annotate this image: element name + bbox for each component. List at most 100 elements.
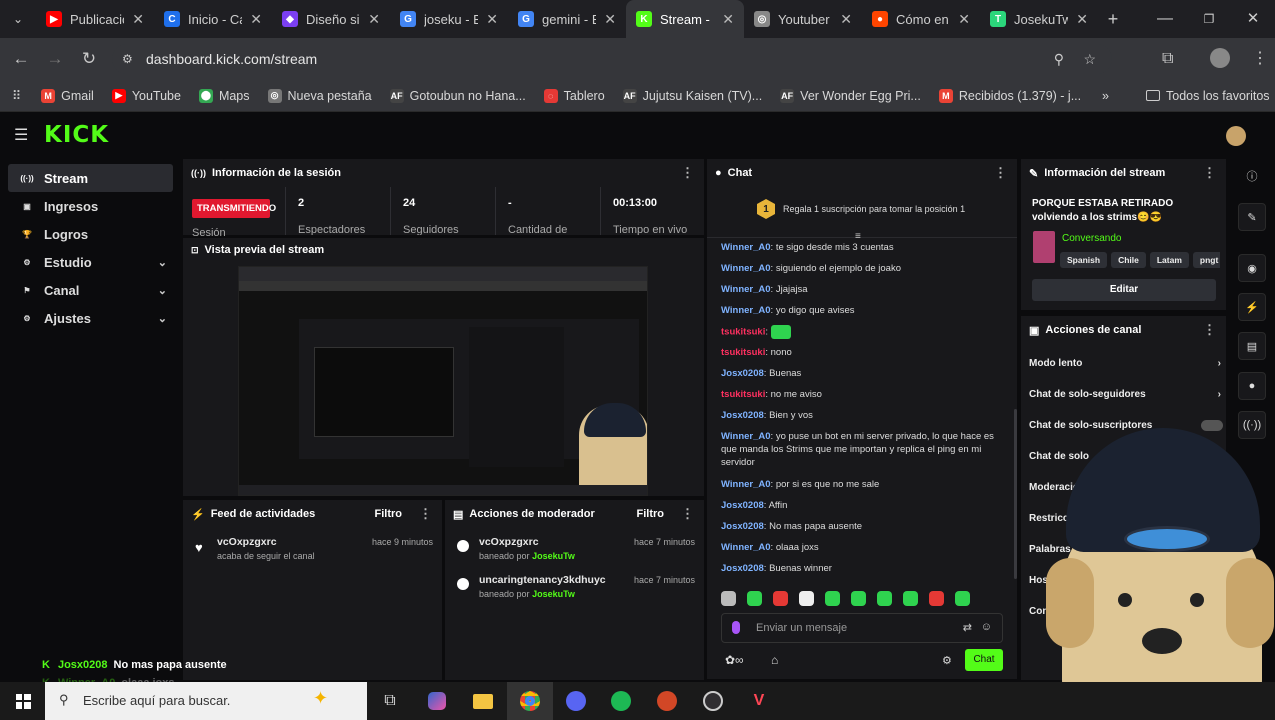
powerpoint-icon[interactable] [644,682,690,720]
sidebar-item-ingresos[interactable]: ▣ Ingresos [8,192,173,220]
new-tab-button[interactable]: + [1098,9,1128,30]
sidebar-item-ajustes[interactable]: ⚙ Ajustes ⌄ [8,304,173,332]
bookmark-item[interactable]: AF Jujutsu Kaisen (TV)... [622,88,762,103]
stream-tag[interactable]: Chile [1111,252,1146,268]
chevron-down-icon[interactable]: ⌄ [158,284,167,297]
valorant-icon[interactable]: V [736,682,782,720]
tab-close-icon[interactable]: ✕ [250,11,262,28]
copilot-icon[interactable] [414,682,460,720]
emote-icon[interactable] [877,591,892,606]
chat-username[interactable]: Winner_A0 [721,479,771,490]
browser-tab[interactable]: Ggemini - B ✕ [508,0,626,38]
browser-tab[interactable]: T JosekuTw ✕ [980,0,1098,38]
chrome-icon[interactable] [507,682,553,720]
emote-icon[interactable] [955,591,970,606]
browser-tab[interactable]: ◎ Youtuber ✕ [744,0,862,38]
feed-more-icon[interactable]: ⋮ [419,506,432,522]
browser-tab[interactable]: ◆ Diseño sin ✕ [272,0,390,38]
session-more-icon[interactable]: ⋮ [681,165,694,181]
chat-username[interactable]: tsukitsuki [721,327,765,338]
emote-icon[interactable] [851,591,866,606]
channel-action-item[interactable]: Modo lento › [1021,358,1221,369]
close-window-button[interactable]: ✕ [1231,0,1275,38]
chat-username[interactable]: Josx0208 [721,368,764,379]
zoom-icon[interactable]: ⚲ [1054,51,1064,68]
minimize-button[interactable]: — [1143,0,1187,38]
extensions-icon[interactable]: ⧉ [1162,50,1173,68]
profile-avatar[interactable] [1210,48,1230,68]
stream-tag[interactable]: pngt [1192,252,1220,268]
chat-scrollbar[interactable] [1014,409,1017,579]
mod-by[interactable]: JosekuTw [532,589,575,599]
maximize-button[interactable]: ❐ [1187,0,1231,38]
browser-tab[interactable]: K Stream - K ✕ [626,0,744,38]
browser-tab[interactable]: Gjoseku - B ✕ [390,0,508,38]
sidebar-item-stream[interactable]: ((·)) Stream [8,164,173,192]
bookmark-star-icon[interactable]: ☆ [1083,51,1096,68]
chat-username[interactable]: Winner_A0 [721,284,771,295]
emote-icon[interactable] [799,591,814,606]
bookmark-item[interactable]: M Gmail [41,88,94,103]
browser-tab[interactable]: ▶ Publicació ✕ [36,0,154,38]
forward-arrow-icon[interactable]: → [38,49,72,69]
translate-icon[interactable]: ⇄ [963,621,972,634]
discord-icon[interactable] [553,682,599,720]
channelactions-more-icon[interactable]: ⋮ [1203,322,1216,338]
sidebar-item-logros[interactable]: 🏆 Logros [8,220,173,248]
chat-send-button[interactable]: Chat [965,649,1003,671]
chat-icon[interactable]: ● [1238,372,1266,400]
chat-input-box[interactable]: Enviar un mensaje ⇄ ☺ [721,613,1003,643]
all-bookmarks-folder[interactable]: Todos los favoritos [1146,89,1270,103]
task-view-icon[interactable]: ⧉ [367,682,413,720]
tab-close-icon[interactable]: ✕ [840,11,852,28]
menu-kebab-icon[interactable]: ⋮ [1252,48,1268,68]
chat-username[interactable]: Winner_A0 [721,242,771,253]
emote-icon[interactable] [903,591,918,606]
modactions-more-icon[interactable]: ⋮ [681,506,694,522]
stream-tag[interactable]: Latam [1149,252,1189,268]
gift-icon[interactable]: ⌂ [771,653,778,667]
chat-username[interactable]: Winner_A0 [721,305,771,316]
pinned-leaderboard[interactable]: 1 Regala 1 suscripción para tomar la pos… [757,199,965,219]
chat-username[interactable]: Josx0208 [721,521,764,532]
category-thumbnail[interactable] [1033,231,1055,263]
modactions-filter-button[interactable]: Filtro [637,508,665,520]
bookmark-item[interactable]: ▶ YouTube [111,88,181,103]
mod-user[interactable]: vcOxpzgxrc [479,536,539,548]
edit-icon[interactable]: ✎ [1238,203,1266,231]
stream-preview-video[interactable] [238,266,648,496]
reload-icon[interactable]: ↻ [72,49,106,69]
mod-by[interactable]: JosekuTw [532,551,575,561]
tab-search-button[interactable]: ⌄ [0,12,36,26]
chevron-down-icon[interactable]: ⌄ [158,312,167,325]
file-explorer-icon[interactable] [460,682,506,720]
kicks-icon[interactable]: ✿∞ [725,653,744,667]
emote-icon[interactable] [773,591,788,606]
chat-username[interactable]: Winner_A0 [721,542,771,553]
category-name[interactable]: Conversando [1062,233,1121,244]
stream-tag[interactable]: Spanish [1060,252,1108,268]
chat-username[interactable]: Winner_A0 [721,263,771,274]
chevron-down-icon[interactable]: ⌄ [158,256,167,269]
chat-username[interactable]: tsukitsuki [721,347,765,358]
sidebar-item-estudio[interactable]: ⚙ Estudio ⌄ [8,248,173,276]
url-bar[interactable]: ⚙ dashboard.kick.com/stream ⚲ ☆ [112,44,1112,74]
emoji-icon[interactable]: ☺ [981,621,992,633]
chat-username[interactable]: Josx0208 [721,563,764,574]
chat-username[interactable]: Josx0208 [721,410,764,421]
windows-start-icon[interactable] [0,682,46,720]
chat-username[interactable]: tsukitsuki [721,389,765,400]
feed-user[interactable]: vcOxpzgxrc [217,536,277,548]
emote-icon[interactable] [929,591,944,606]
sidebar-item-canal[interactable]: ⚑ Canal ⌄ [8,276,173,304]
bookmark-item[interactable]: M Recibidos (1.379) - j... [938,88,1081,103]
camera-icon[interactable]: ◉ [1238,254,1266,282]
tab-close-icon[interactable]: ✕ [368,11,380,28]
mod-user[interactable]: uncaringtenancy3kdhuyc [479,574,606,586]
tab-close-icon[interactable]: ✕ [958,11,970,28]
emote-icon[interactable] [747,591,762,606]
spotify-icon[interactable] [598,682,644,720]
tab-close-icon[interactable]: ✕ [604,11,616,28]
user-avatar[interactable] [1226,126,1246,146]
bookmarks-more-button[interactable]: » [1102,89,1109,103]
